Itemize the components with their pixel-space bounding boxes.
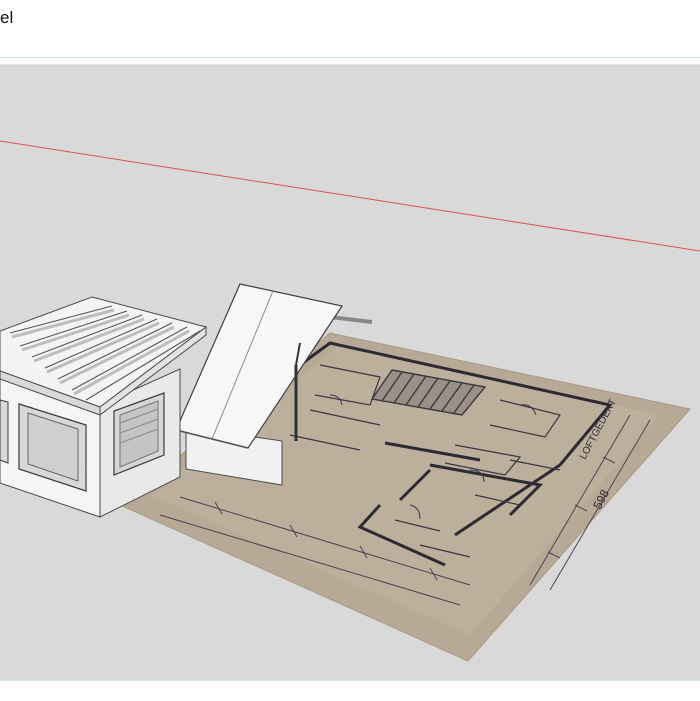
status-bar (0, 680, 700, 701)
window-title: el (0, 8, 14, 27)
title-bar: el (0, 0, 700, 58)
window (0, 399, 9, 464)
3d-viewport[interactable]: LOFTGEDEKT 598 (0, 64, 700, 681)
beam-ends (330, 315, 372, 324)
red-axis-line (0, 140, 700, 252)
model-canvas[interactable]: LOFTGEDEKT 598 (0, 65, 700, 681)
